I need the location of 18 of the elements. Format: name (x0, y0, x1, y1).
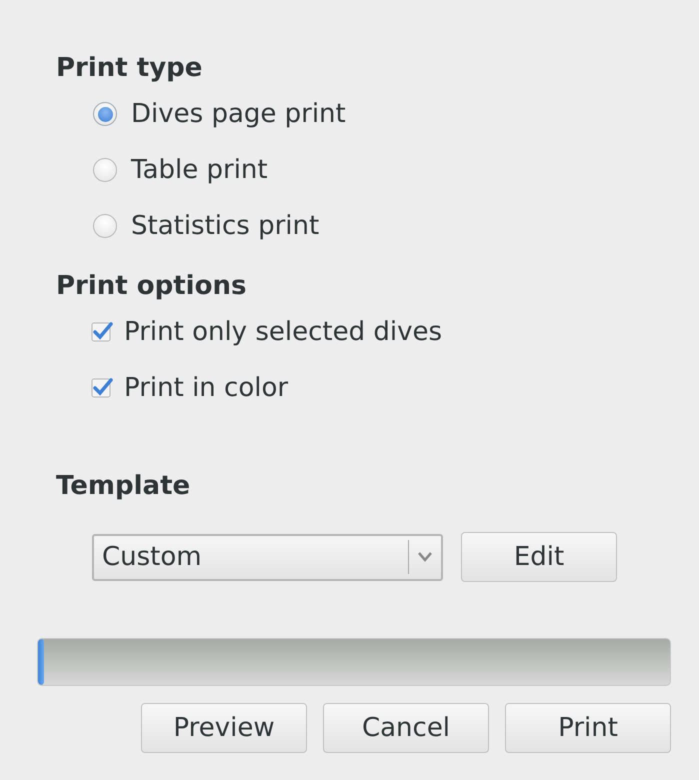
radio-button[interactable] (93, 102, 117, 126)
checkbox[interactable] (90, 320, 114, 344)
radio-label[interactable]: Dives page print (131, 99, 346, 129)
edit-button[interactable]: Edit (461, 532, 617, 582)
checkbox[interactable] (90, 376, 114, 400)
radio-button[interactable] (93, 214, 117, 238)
section-heading: Template (56, 470, 192, 503)
radio-label[interactable]: Statistics print (131, 211, 320, 241)
radio-button[interactable] (93, 158, 117, 182)
dialog-button[interactable]: Cancel (323, 703, 489, 753)
section-heading: Print options (56, 270, 248, 303)
checkbox-label[interactable]: Print in color (124, 373, 288, 403)
section-heading: Print type (56, 52, 204, 85)
template-dropdown[interactable]: Custom (92, 534, 443, 580)
dialog-button[interactable]: Print (505, 703, 671, 753)
dialog-button[interactable]: Preview (141, 703, 307, 753)
radio-label[interactable]: Table print (131, 155, 268, 185)
checkbox-label[interactable]: Print only selected dives (124, 317, 442, 347)
